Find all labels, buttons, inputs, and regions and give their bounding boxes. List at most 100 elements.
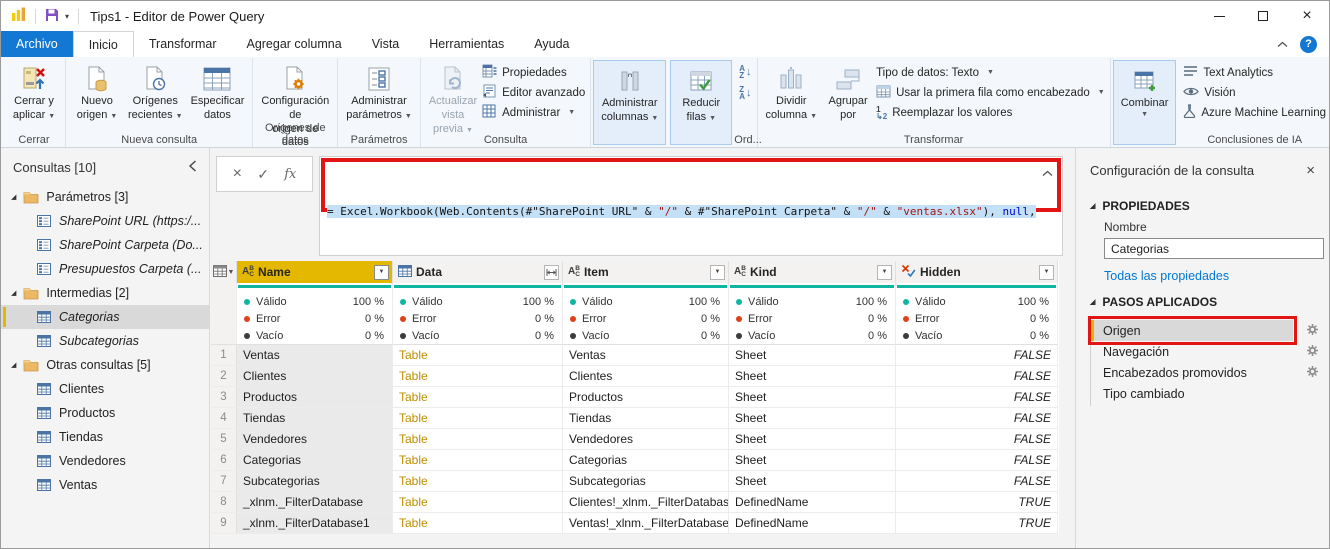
sort-descending-button[interactable]: Z A ↓ (739, 85, 751, 100)
sidebar-item-tiendas[interactable]: Tiendas (1, 425, 209, 449)
tab-herramientas[interactable]: Herramientas (414, 31, 519, 57)
expand-triangle-icon[interactable]: ◢ (11, 361, 16, 369)
use-first-row-headers-button[interactable]: Usar la primera fila como encabezado ▼ (876, 84, 1105, 101)
applied-step-encabezados-promovidos[interactable]: Encabezados promovidos (1091, 362, 1318, 383)
expand-triangle-icon[interactable]: ◢ (11, 193, 16, 201)
query-name-input[interactable] (1104, 238, 1324, 259)
sidebar-item-subcategorias[interactable]: Subcategorias (1, 329, 209, 353)
cell-data[interactable]: Table (393, 408, 563, 429)
cell-data[interactable]: Table (393, 513, 563, 534)
sort-ascending-button[interactable]: A Z ↓ (739, 64, 751, 79)
quick-access-caret-icon[interactable]: ▾ (65, 12, 69, 21)
azure-ml-button[interactable]: Azure Machine Learning (1183, 104, 1326, 121)
tab-agregar-columna[interactable]: Agregar columna (231, 31, 356, 57)
table-row[interactable]: 1 Ventas Table Ventas Sheet FALSE (211, 345, 1059, 366)
sidebar-item-ventas[interactable]: Ventas (1, 473, 209, 497)
table-row[interactable]: 4 Tiendas Table Tiendas Sheet FALSE (211, 408, 1059, 429)
sidebar-item-categorias[interactable]: Categorias (1, 305, 209, 329)
applied-step-tipo-cambiado[interactable]: Tipo cambiado (1091, 383, 1293, 404)
save-icon[interactable] (45, 8, 59, 25)
collapse-panel-icon[interactable] (188, 160, 197, 175)
cell-data[interactable]: Table (393, 429, 563, 450)
sidebar-item-vendedores[interactable]: Vendedores (1, 449, 209, 473)
properties-section-header[interactable]: ◢ PROPIEDADES (1076, 191, 1329, 220)
collapse-formula-icon[interactable] (1042, 166, 1053, 180)
reduce-rows-button[interactable]: Reducir filas ▼ (675, 63, 727, 127)
step-settings-gear-icon[interactable] (1306, 323, 1319, 339)
column-header-item[interactable]: A B C Item ▼ (563, 261, 729, 283)
step-settings-gear-icon[interactable] (1306, 365, 1319, 381)
cell-data[interactable]: Table (393, 450, 563, 471)
recent-sources-button[interactable]: Orígenes recientes ▼ (125, 61, 186, 125)
split-column-button[interactable]: Dividir columna ▼ (763, 61, 821, 125)
close-panel-icon[interactable]: × (1306, 162, 1315, 179)
sidebar-item-sharepoint-url-https[interactable]: SharePoint URL (https:/... (1, 209, 209, 233)
close-and-apply-button[interactable]: Cerrar y aplicar ▼ (8, 61, 60, 125)
table-row[interactable]: 2 Clientes Table Clientes Sheet FALSE (211, 366, 1059, 387)
sidebar-item-otras-consultas-5[interactable]: ◢ Otras consultas [5] (1, 353, 209, 377)
manage-parameters-button[interactable]: Administrar parámetros ▼ (343, 61, 415, 125)
applied-step-origen[interactable]: Origen (1088, 316, 1318, 345)
commit-formula-icon[interactable]: ✓ (257, 166, 269, 183)
table-row[interactable]: 5 Vendedores Table Vendedores Sheet FALSE (211, 429, 1059, 450)
quality-valid-row: Válido 100 % (729, 293, 895, 310)
tab-vista[interactable]: Vista (357, 31, 415, 57)
cell-data[interactable]: Table (393, 366, 563, 387)
formula-bar[interactable]: = Excel.Workbook(Web.Contents(#"SharePoi… (319, 156, 1063, 275)
refresh-preview-button[interactable]: Actualizar vista previa ▼ (426, 61, 480, 138)
cell-data[interactable]: Table (393, 492, 563, 513)
column-filter-button[interactable]: ▼ (374, 264, 389, 280)
table-row[interactable]: 3 Productos Table Productos Sheet FALSE (211, 387, 1059, 408)
column-filter-button[interactable]: ▼ (710, 264, 725, 280)
fx-icon[interactable]: fx (284, 167, 296, 182)
tab-transformar[interactable]: Transformar (134, 31, 232, 57)
tab-ayuda[interactable]: Ayuda (519, 31, 584, 57)
sidebar-item-par-metros-3[interactable]: ◢ Parámetros [3] (1, 185, 209, 209)
sidebar-item-intermedias-2[interactable]: ◢ Intermedias [2] (1, 281, 209, 305)
column-header-name[interactable]: A B C Name ▼ (237, 261, 393, 283)
applied-step-navegaci-n[interactable]: Navegación (1091, 341, 1318, 362)
expand-triangle-icon[interactable]: ◢ (11, 289, 16, 297)
cell-data[interactable]: Table (393, 387, 563, 408)
all-properties-link[interactable]: Todas las propiedades (1104, 269, 1229, 283)
advanced-editor-button[interactable]: Editor avanzado (482, 84, 585, 101)
cell-data[interactable]: Table (393, 345, 563, 366)
table-row[interactable]: 8 _xlnm._FilterDatabase Table Clientes!_xln… (211, 492, 1059, 513)
column-filter-button[interactable]: ▼ (877, 264, 892, 280)
expand-column-button[interactable] (544, 264, 559, 280)
maximize-button[interactable] (1241, 1, 1285, 31)
group-by-button[interactable]: Agrupar por (822, 61, 874, 125)
collapse-ribbon-icon[interactable] (1277, 37, 1288, 51)
help-icon[interactable]: ? (1300, 35, 1317, 53)
sidebar-item-sharepoint-carpeta-do[interactable]: SharePoint Carpeta (Do... (1, 233, 209, 257)
data-type-button[interactable]: Tipo de datos: Texto ▼ (876, 64, 1105, 81)
step-settings-gear-icon[interactable] (1306, 344, 1319, 360)
sidebar-item-productos[interactable]: Productos (1, 401, 209, 425)
column-header-hidden[interactable]: Hidden ▼ (896, 261, 1058, 283)
column-header-kind[interactable]: A B C Kind ▼ (729, 261, 896, 283)
text-analytics-button[interactable]: Text Analytics (1183, 64, 1326, 81)
manage-button[interactable]: Administrar ▼ (482, 104, 585, 121)
manage-columns-button[interactable]: Administrar columnas ▼ (598, 63, 661, 127)
cancel-formula-icon[interactable]: × (233, 165, 242, 183)
combine-button[interactable]: Combinar ▼ (1118, 63, 1172, 122)
table-corner-button[interactable]: ▼ (211, 261, 237, 283)
properties-button[interactable]: Propiedades (482, 64, 585, 81)
applied-steps-section-header[interactable]: ◢ PASOS APLICADOS (1076, 287, 1329, 316)
vision-button[interactable]: Visión (1183, 84, 1326, 101)
sidebar-item-clientes[interactable]: Clientes (1, 377, 209, 401)
close-button[interactable]: × (1285, 1, 1329, 31)
replace-values-button[interactable]: 1 ↳2 Reemplazar los valores (876, 104, 1105, 121)
tab-archivo[interactable]: Archivo (1, 31, 73, 57)
minimize-button[interactable] (1197, 1, 1241, 31)
table-row[interactable]: 9 _xlnm._FilterDatabase1 Table Ventas!_xlnm… (211, 513, 1059, 534)
cell-data[interactable]: Table (393, 471, 563, 492)
enter-data-button[interactable]: Especificar datos (188, 61, 248, 125)
tab-inicio[interactable]: Inicio (72, 31, 134, 57)
new-source-button[interactable]: Nuevo origen ▼ (71, 61, 123, 125)
column-filter-button[interactable]: ▼ (1039, 264, 1054, 280)
table-row[interactable]: 6 Categorias Table Categorias Sheet FALSE (211, 450, 1059, 471)
table-row[interactable]: 7 Subcategorias Table Subcategorias Sheet FAL… (211, 471, 1059, 492)
sidebar-item-presupuestos-carpeta[interactable]: Presupuestos Carpeta (... (1, 257, 209, 281)
column-header-data[interactable]: Data (393, 261, 563, 283)
